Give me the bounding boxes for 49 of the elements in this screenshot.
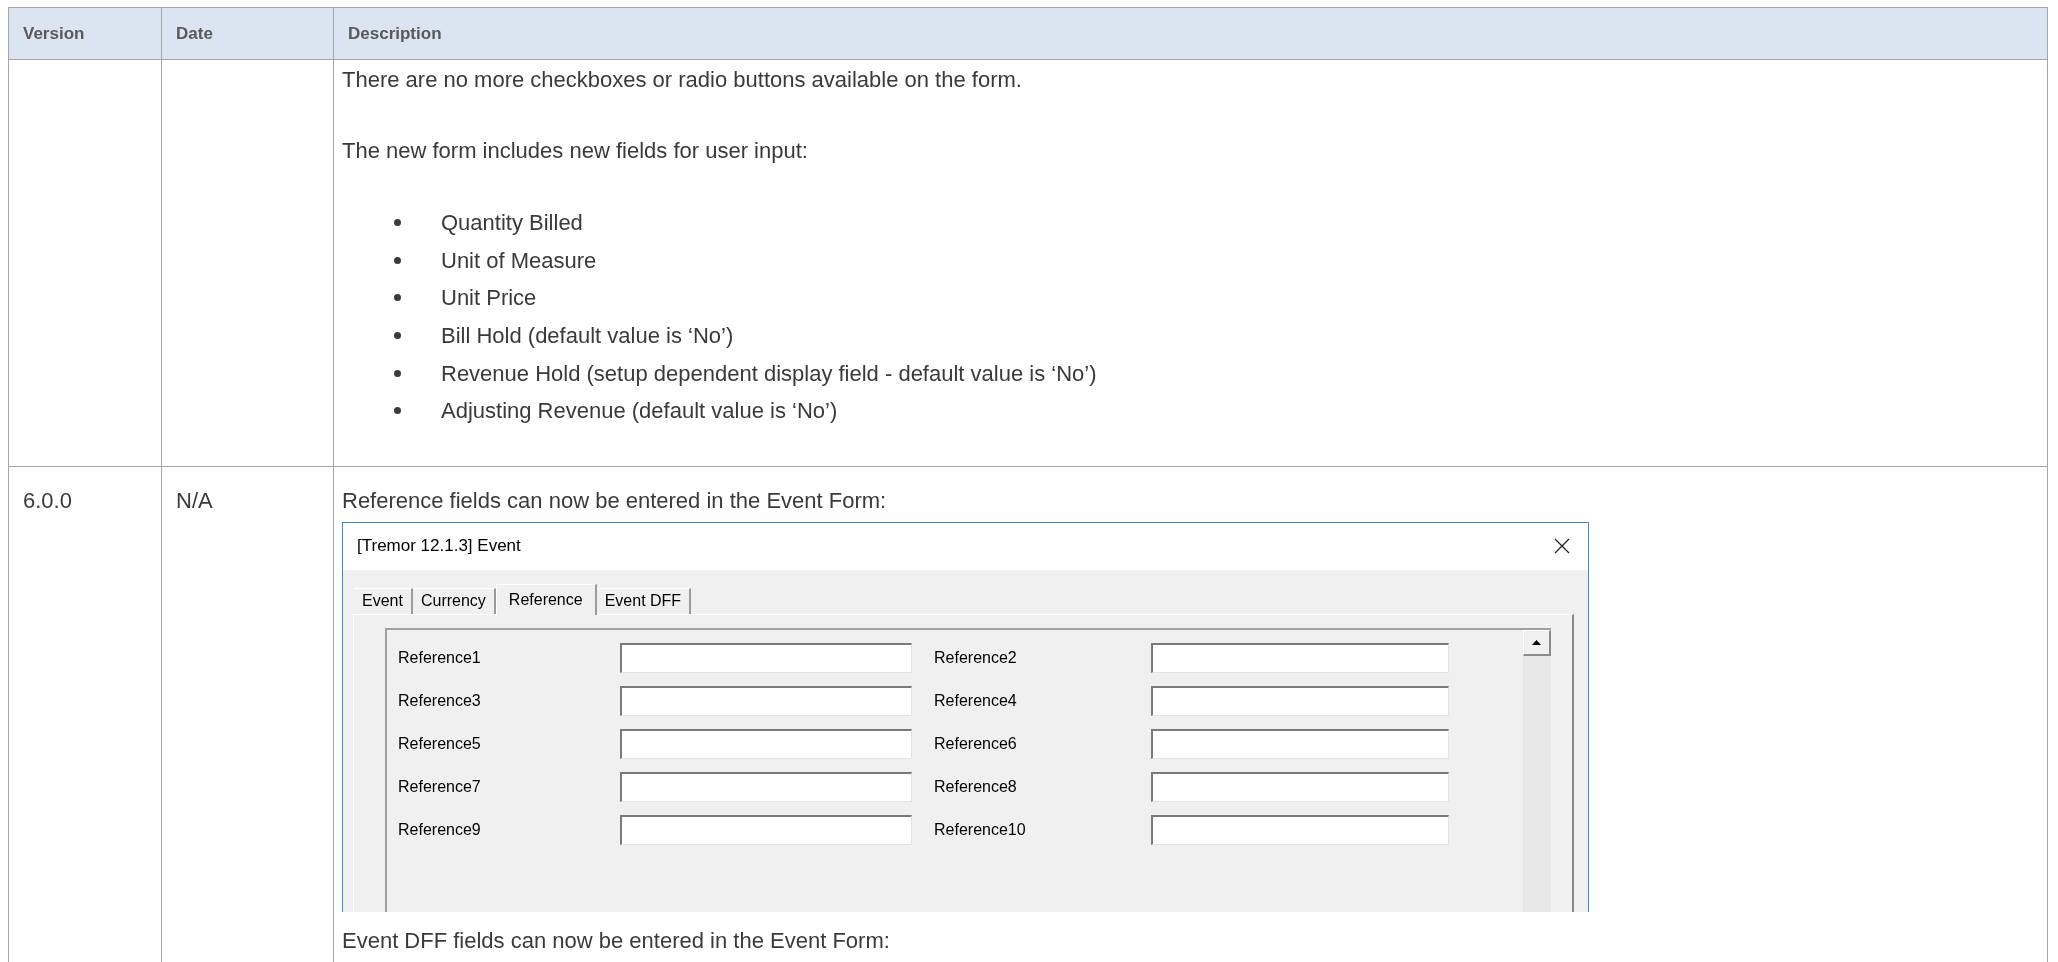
window-title: [Tremor 12.1.3] Event bbox=[357, 535, 521, 558]
table-cell: 6.0.0 bbox=[23, 487, 72, 513]
bullet-icon bbox=[394, 219, 401, 227]
field-label: Reference1 bbox=[398, 647, 482, 668]
tab[interactable]: Reference bbox=[495, 583, 597, 615]
up-arrow-icon bbox=[1532, 639, 1541, 645]
tab[interactable]: Event bbox=[354, 587, 413, 614]
close-icon[interactable] bbox=[1554, 538, 1570, 555]
input-field[interactable] bbox=[1151, 814, 1449, 845]
column-header: Version bbox=[23, 22, 85, 45]
input-field[interactable] bbox=[620, 771, 912, 802]
input-field[interactable] bbox=[1151, 685, 1449, 716]
paragraph: There are no more checkboxes or radio buttons available on the form. bbox=[342, 66, 1023, 94]
bullet-icon bbox=[394, 332, 401, 340]
list-item: Unit Price bbox=[441, 284, 537, 313]
input-field[interactable] bbox=[1151, 642, 1449, 673]
input-field[interactable] bbox=[620, 685, 912, 716]
column-header: Date bbox=[176, 22, 213, 45]
list-item: Quantity Billed bbox=[441, 209, 583, 238]
input-field[interactable] bbox=[620, 814, 912, 845]
table-cell: N/A bbox=[176, 487, 213, 513]
input-field[interactable] bbox=[1151, 771, 1449, 802]
field-label: Reference4 bbox=[933, 690, 1018, 711]
field-label: Reference3 bbox=[398, 690, 482, 711]
paragraph: Event DFF fields can now be entered in the Event Form: bbox=[342, 926, 891, 955]
field-label: Reference5 bbox=[398, 733, 482, 754]
scroll-up-button[interactable] bbox=[1523, 629, 1551, 656]
field-label: Reference10 bbox=[933, 819, 1027, 840]
list-item: Unit of Measure bbox=[441, 246, 597, 275]
tab[interactable]: Event DFF bbox=[596, 587, 692, 614]
paragraph: The new form includes new fields for user input: bbox=[342, 137, 809, 165]
bullet-icon bbox=[394, 294, 401, 302]
list-item: Adjusting Revenue (default value is ‘No’) bbox=[441, 397, 838, 426]
input-field[interactable] bbox=[620, 642, 912, 673]
column-header: Description bbox=[348, 22, 442, 45]
field-label: Reference8 bbox=[933, 776, 1018, 797]
bullet-icon bbox=[394, 256, 401, 264]
field-label: Reference2 bbox=[933, 647, 1018, 668]
scrollbar[interactable] bbox=[1523, 629, 1551, 912]
field-label: Reference6 bbox=[933, 733, 1018, 754]
field-label: Reference7 bbox=[398, 776, 482, 797]
field-label: Reference9 bbox=[398, 819, 482, 840]
list-item: Revenue Hold (setup dependent display field - default value is ‘No’) bbox=[441, 359, 1097, 388]
bullet-icon bbox=[394, 369, 401, 377]
input-field[interactable] bbox=[620, 728, 912, 759]
list-item: Bill Hold (default value is ‘No’) bbox=[441, 322, 734, 351]
input-field[interactable] bbox=[1151, 728, 1449, 759]
bullet-icon bbox=[394, 407, 401, 415]
paragraph: Reference fields can now be entered in the Event Form: bbox=[342, 486, 888, 515]
